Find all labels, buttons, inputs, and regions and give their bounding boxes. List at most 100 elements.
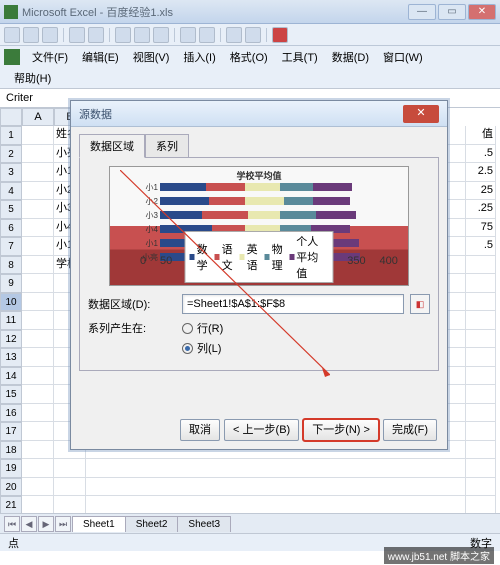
menu-view[interactable]: 视图(V) <box>127 47 176 67</box>
row-header[interactable]: 4 <box>0 182 22 201</box>
cell[interactable] <box>22 219 54 238</box>
cell[interactable] <box>86 496 466 515</box>
cell[interactable] <box>466 256 496 275</box>
tab-nav-last-icon[interactable]: ⏭ <box>55 516 71 532</box>
finish-button[interactable]: 完成(F) <box>383 419 437 441</box>
select-all-corner[interactable] <box>0 108 22 126</box>
cell[interactable] <box>22 293 54 312</box>
row-header[interactable]: 17 <box>0 422 22 441</box>
minimize-button[interactable]: — <box>408 4 436 20</box>
menu-insert[interactable]: 插入(I) <box>177 47 221 67</box>
sum-icon[interactable] <box>245 27 261 43</box>
cell[interactable] <box>22 496 54 515</box>
cell[interactable] <box>466 459 496 478</box>
cell[interactable] <box>22 200 54 219</box>
tab-nav-next-icon[interactable]: ▶ <box>38 516 54 532</box>
maximize-button[interactable]: ▭ <box>438 4 466 20</box>
save-icon[interactable] <box>42 27 58 43</box>
data-range-input[interactable] <box>182 294 404 314</box>
cell[interactable] <box>466 330 496 349</box>
row-header[interactable]: 13 <box>0 348 22 367</box>
row-header[interactable]: 1 <box>0 126 22 145</box>
cell[interactable] <box>22 126 54 145</box>
cell[interactable] <box>22 367 54 386</box>
dialog-close-button[interactable]: ✕ <box>403 105 439 123</box>
font-color-icon[interactable] <box>272 27 288 43</box>
menu-format[interactable]: 格式(O) <box>224 47 274 67</box>
tab-series[interactable]: 系列 <box>145 134 189 158</box>
cell[interactable] <box>466 404 496 423</box>
undo-icon[interactable] <box>180 27 196 43</box>
cell[interactable]: .25 <box>466 200 496 219</box>
cell[interactable] <box>22 163 54 182</box>
cell[interactable] <box>22 182 54 201</box>
menu-window[interactable]: 窗口(W) <box>377 47 429 67</box>
row-header[interactable]: 7 <box>0 237 22 256</box>
cell[interactable] <box>54 478 86 497</box>
cell[interactable] <box>22 237 54 256</box>
cell[interactable] <box>466 441 496 460</box>
cell[interactable] <box>22 385 54 404</box>
row-header[interactable]: 18 <box>0 441 22 460</box>
row-header[interactable]: 12 <box>0 330 22 349</box>
row-header[interactable]: 11 <box>0 311 22 330</box>
sheet-tab[interactable]: Sheet1 <box>72 516 126 532</box>
radio-columns[interactable]: 列(L) <box>182 340 223 356</box>
cell[interactable] <box>466 478 496 497</box>
cell[interactable] <box>466 348 496 367</box>
cell[interactable] <box>466 311 496 330</box>
cell[interactable] <box>86 459 466 478</box>
cell[interactable] <box>22 311 54 330</box>
sort-icon[interactable] <box>226 27 242 43</box>
cell[interactable] <box>22 478 54 497</box>
cell[interactable] <box>54 459 86 478</box>
cell[interactable] <box>54 496 86 515</box>
cell[interactable] <box>22 404 54 423</box>
col-header[interactable]: A <box>22 108 54 126</box>
sheet-tab[interactable]: Sheet3 <box>177 516 231 532</box>
cell[interactable] <box>22 422 54 441</box>
cell[interactable] <box>22 330 54 349</box>
row-header[interactable]: 9 <box>0 274 22 293</box>
tab-data-range[interactable]: 数据区域 <box>79 134 145 158</box>
menu-tools[interactable]: 工具(T) <box>276 47 324 67</box>
row-header[interactable]: 16 <box>0 404 22 423</box>
cell[interactable] <box>22 256 54 275</box>
dialog-titlebar[interactable]: 源数据 ✕ <box>71 101 447 127</box>
cancel-button[interactable]: 取消 <box>180 419 220 441</box>
row-header[interactable]: 10 <box>0 293 22 312</box>
range-collapse-button[interactable]: ◧ <box>410 294 430 314</box>
cell[interactable] <box>466 293 496 312</box>
row-header[interactable]: 14 <box>0 367 22 386</box>
cell[interactable] <box>466 274 496 293</box>
cell[interactable]: 75 <box>466 219 496 238</box>
next-button[interactable]: 下一步(N) > <box>303 419 379 441</box>
row-header[interactable]: 15 <box>0 385 22 404</box>
back-button[interactable]: < 上一步(B) <box>224 419 299 441</box>
row-header[interactable]: 2 <box>0 145 22 164</box>
cell[interactable] <box>466 496 496 515</box>
row-header[interactable]: 3 <box>0 163 22 182</box>
sheet-tab[interactable]: Sheet2 <box>125 516 179 532</box>
cell[interactable] <box>22 145 54 164</box>
cell[interactable] <box>466 367 496 386</box>
close-button[interactable]: ✕ <box>468 4 496 20</box>
row-header[interactable]: 6 <box>0 219 22 238</box>
menu-file[interactable]: 文件(F) <box>26 47 74 67</box>
row-header[interactable]: 19 <box>0 459 22 478</box>
cell[interactable] <box>466 422 496 441</box>
print-icon[interactable] <box>69 27 85 43</box>
menu-help[interactable]: 帮助(H) <box>8 68 57 88</box>
cell[interactable] <box>22 441 54 460</box>
cell[interactable]: .5 <box>466 145 496 164</box>
cell[interactable]: 值 <box>466 126 496 145</box>
cell[interactable] <box>22 348 54 367</box>
new-icon[interactable] <box>4 27 20 43</box>
cell[interactable]: 2.5 <box>466 163 496 182</box>
menu-data[interactable]: 数据(D) <box>326 47 375 67</box>
cell[interactable] <box>22 274 54 293</box>
row-header[interactable]: 20 <box>0 478 22 497</box>
menu-edit[interactable]: 编辑(E) <box>76 47 125 67</box>
tab-nav-prev-icon[interactable]: ◀ <box>21 516 37 532</box>
tab-nav-first-icon[interactable]: ⏮ <box>4 516 20 532</box>
